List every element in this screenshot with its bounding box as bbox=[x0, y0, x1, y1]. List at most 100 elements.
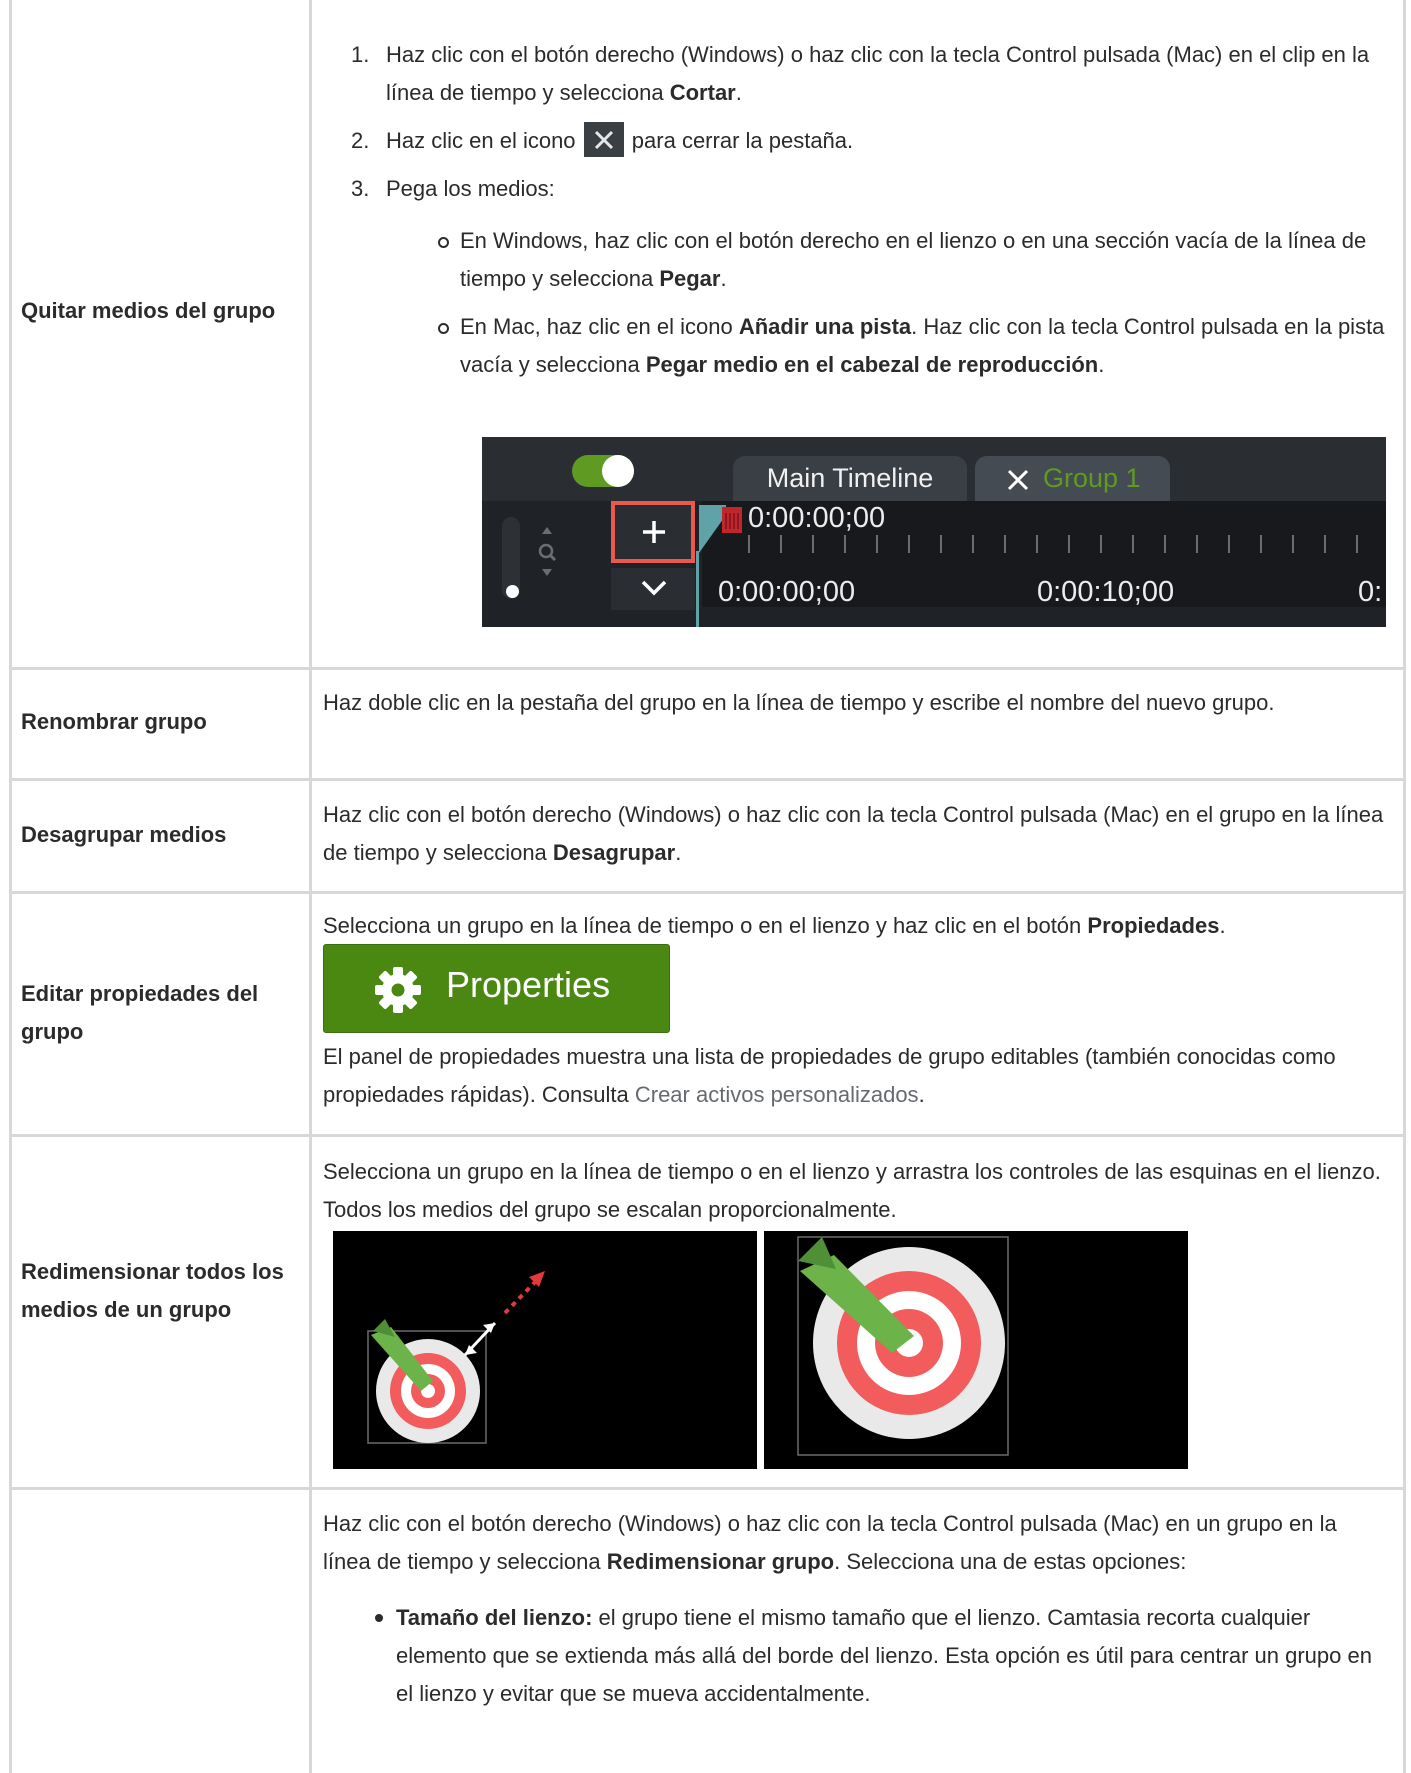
option-text-end: . bbox=[720, 266, 727, 291]
ruler-tick bbox=[1036, 535, 1038, 553]
resize-before-screenshot bbox=[333, 1231, 757, 1469]
row-text: Haz doble clic en la pestaña del grupo e… bbox=[323, 690, 1275, 715]
track-toggle[interactable] bbox=[572, 455, 634, 487]
step-text-end: para cerrar la pestaña. bbox=[631, 128, 854, 153]
expand-tracks-button[interactable] bbox=[611, 568, 695, 610]
list-item: En Mac, haz clic en el icono Añadir una … bbox=[323, 308, 1403, 384]
row-text-start: Haz clic con el botón derecho (Windows) … bbox=[323, 802, 1384, 865]
option-bold: Pegar bbox=[659, 266, 721, 291]
ruler-label: 0:00:10;00 bbox=[1037, 576, 1175, 608]
ruler-tick bbox=[1004, 535, 1006, 553]
properties-button-label: Properties bbox=[446, 964, 611, 1005]
resize-after-screenshot bbox=[764, 1231, 1188, 1469]
ruler-tick bbox=[1324, 535, 1326, 553]
ruler-tick bbox=[1228, 535, 1230, 553]
row-cell-renombrar: Haz doble clic en la pestaña del grupo e… bbox=[323, 684, 1385, 722]
row-text: Haz clic con el botón derecho (Windows) … bbox=[323, 1505, 1385, 1581]
row-divider bbox=[9, 667, 1406, 670]
step-number: 3. bbox=[351, 176, 370, 201]
row-divider bbox=[9, 1487, 1406, 1490]
row-text: Selecciona un grupo en la línea de tiemp… bbox=[323, 1159, 1381, 1222]
tab-group[interactable]: Group 1 bbox=[975, 456, 1170, 501]
row-cell-redimensionar-todos: Selecciona un grupo en la línea de tiemp… bbox=[323, 1153, 1385, 1229]
row-text-end: . bbox=[918, 1082, 925, 1107]
row-divider bbox=[9, 778, 1406, 781]
ruler-tick bbox=[908, 535, 910, 553]
ruler-tick bbox=[1164, 535, 1166, 553]
row-text-end: . Selecciona una de estas opciones: bbox=[834, 1549, 1187, 1574]
step-number: 2. bbox=[351, 128, 370, 153]
option-text-end: . bbox=[1098, 352, 1105, 377]
step-bold: Cortar bbox=[669, 80, 736, 105]
row-label-desagrupar: Desagrupar medios bbox=[21, 822, 227, 847]
close-x-icon bbox=[583, 122, 624, 157]
ruler-tick bbox=[812, 535, 814, 553]
zoom-slider-handle[interactable] bbox=[506, 585, 519, 598]
close-icon[interactable] bbox=[1007, 469, 1029, 491]
playhead-time: 0:00:00;00 bbox=[748, 502, 886, 534]
row-label-quitar-medios: Quitar medios del grupo bbox=[21, 298, 276, 323]
tab-main-timeline[interactable]: Main Timeline bbox=[733, 456, 967, 501]
option-text: En Windows, haz clic con el botón derech… bbox=[460, 228, 1367, 291]
steps-list: 1. Haz clic con el botón derecho (Window… bbox=[323, 36, 1403, 208]
list-item: 1. Haz clic con el botón derecho (Window… bbox=[323, 36, 1403, 112]
ruler-label: 0:00:00;00 bbox=[718, 576, 856, 608]
ruler-tick bbox=[780, 535, 782, 553]
row-label-editar-propiedades: Editar propiedades del grupo bbox=[21, 981, 259, 1044]
row-divider bbox=[9, 891, 1406, 894]
row-text: El panel de propiedades muestra una list… bbox=[323, 1038, 1385, 1114]
row-cell-quitar-medios: 1. Haz clic con el botón derecho (Window… bbox=[323, 36, 1403, 394]
gear-icon bbox=[375, 967, 421, 1013]
row-cell-editar-propiedades: Selecciona un grupo en la línea de tiemp… bbox=[323, 907, 1385, 945]
list-item: Tamaño del lienzo: el grupo tiene el mis… bbox=[323, 1599, 1385, 1713]
create-custom-assets-link[interactable]: Crear activos personalizados bbox=[635, 1082, 919, 1107]
row-cell-desagrupar: Haz clic con el botón derecho (Windows) … bbox=[323, 796, 1385, 872]
table-column-divider bbox=[309, 0, 312, 1773]
row-text-end: . bbox=[675, 840, 682, 865]
zoom-icon bbox=[538, 527, 557, 576]
ruler-tick bbox=[940, 535, 942, 553]
ruler-tick bbox=[1100, 535, 1102, 553]
option-bold: Pegar medio en el cabezal de reproducció… bbox=[645, 352, 1099, 377]
option-bold: Añadir una pista bbox=[738, 314, 912, 339]
list-item: 2. Haz clic en el icono para cerrar la p… bbox=[323, 122, 1403, 160]
list-item: 3. Pega los medios: bbox=[323, 170, 1403, 208]
ruler-tick bbox=[844, 535, 846, 553]
properties-button-screenshot: Properties bbox=[323, 944, 670, 1033]
ruler-label: 0: bbox=[1358, 576, 1383, 608]
row-divider bbox=[9, 1134, 1406, 1137]
chevron-down-icon bbox=[641, 580, 667, 596]
plus-icon bbox=[643, 521, 665, 543]
row-label-renombrar: Renombrar grupo bbox=[21, 709, 207, 734]
target-large-image bbox=[797, 1236, 1009, 1456]
target-small-image bbox=[367, 1271, 545, 1444]
row-text-end: . bbox=[1219, 913, 1226, 938]
ruler-tick bbox=[1292, 535, 1294, 553]
option-text: En Mac, haz clic en el icono bbox=[460, 314, 739, 339]
step-text-end: . bbox=[735, 80, 742, 105]
row-text: Selecciona un grupo en la línea de tiemp… bbox=[323, 907, 1385, 945]
ruler-tick bbox=[972, 535, 974, 553]
row-label-redimensionar-todos: Redimensionar todos los medios de un gru… bbox=[21, 1259, 284, 1322]
step-text: Haz clic en el icono bbox=[386, 128, 576, 153]
ruler-tick bbox=[748, 535, 750, 553]
table-right-border bbox=[1403, 0, 1406, 1773]
step-number: 1. bbox=[351, 42, 370, 67]
option-bold: Tamaño del lienzo: bbox=[396, 1605, 593, 1630]
ruler-tick bbox=[1260, 535, 1262, 553]
row-text-bold: Redimensionar grupo bbox=[606, 1549, 835, 1574]
add-track-button[interactable] bbox=[611, 501, 695, 563]
timeline-screenshot: Main Timeline Group 1 0:00:00;00 0:00:00… bbox=[482, 437, 1386, 627]
step-text: Haz clic con el botón derecho (Windows) … bbox=[386, 42, 1370, 105]
table-left-border bbox=[9, 0, 12, 1773]
row-text: Haz clic con el botón derecho (Windows) … bbox=[323, 796, 1385, 872]
ruler-tick bbox=[1132, 535, 1134, 553]
ruler-tick bbox=[1068, 535, 1070, 553]
row-text-bold: Desagrupar bbox=[552, 840, 676, 865]
row-cell-redimensionar-grupo: Haz clic con el botón derecho (Windows) … bbox=[323, 1505, 1385, 1713]
ruler-tick bbox=[1356, 535, 1358, 553]
row-text-start: Selecciona un grupo en la línea de tiemp… bbox=[323, 913, 1088, 938]
row-text-bold: Propiedades bbox=[1087, 913, 1220, 938]
step-text: Pega los medios: bbox=[386, 176, 555, 201]
list-item: En Windows, haz clic con el botón derech… bbox=[323, 222, 1403, 298]
